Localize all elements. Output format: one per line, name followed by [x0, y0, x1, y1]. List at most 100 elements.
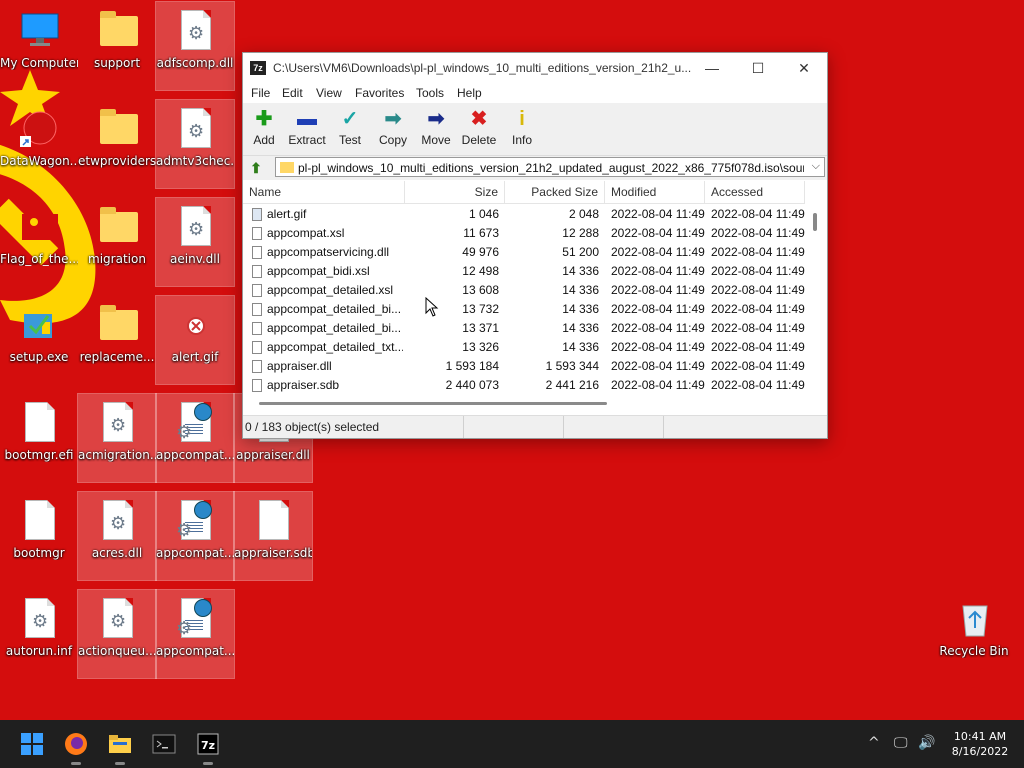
clock-time: 10:41 AM	[953, 730, 1007, 743]
column-size[interactable]: Size	[405, 181, 505, 203]
file-row[interactable]: alert.gif 1 046 2 048 2022-08-04 11:49 2022-…	[243, 205, 805, 224]
info-icon: i	[519, 108, 525, 130]
desktop-icon-folder[interactable]: etwproviders	[78, 100, 156, 188]
desktop-icon-image[interactable]: Flag_of_the...	[0, 198, 78, 286]
cell-accessed: 2022-08-04 11:49	[711, 226, 805, 240]
extract-button[interactable]: ▬ Extract	[285, 107, 329, 151]
file-row[interactable]: appcompatservicing.dll 49 976 51 200 2022-0…	[243, 243, 805, 262]
minus-icon: ▬	[297, 108, 317, 130]
desktop-icon-file[interactable]: bootmgr.efi	[0, 394, 78, 482]
network-icon[interactable]: 🖵	[894, 735, 908, 751]
start-button[interactable]	[16, 728, 48, 760]
info-button[interactable]: i Info	[500, 107, 544, 151]
path-combobox[interactable]: pl-pl_windows_10_multi_editions_version_…	[275, 157, 825, 177]
system-clock[interactable]: 10:41 AM 8/16/2022	[940, 729, 1020, 759]
show-hidden-icons-chevron[interactable]: ^	[868, 735, 880, 751]
7zip-icon-text: 7z	[201, 739, 215, 752]
desktop-icon-image-shortcut[interactable]: DataWagon...	[0, 100, 78, 188]
desktop-icon-label: acmigration...	[78, 448, 156, 462]
firefox-icon	[65, 733, 87, 755]
cell-name: appcompat_detailed_bi...	[267, 321, 402, 335]
menu-file[interactable]: File	[251, 86, 270, 100]
desktop-icon-computer[interactable]: My Computer	[0, 2, 78, 90]
add-button[interactable]: ✚ Add	[242, 107, 286, 151]
dll-icon: ⚙	[98, 402, 138, 446]
desktop-icon-label: appraiser.sdb	[234, 546, 312, 560]
file-row[interactable]: appcompat_detailed_bi... 13 371 14 336 2022…	[243, 319, 805, 338]
delete-x-icon: ✖	[470, 108, 488, 130]
desktop-icon-recycle[interactable]: Recycle Bin	[935, 590, 1013, 678]
column-accessed[interactable]: Accessed	[705, 181, 805, 203]
file-row[interactable]: appcompat_bidi.xsl 12 498 14 336 2022-08-04…	[243, 262, 805, 281]
copy-button[interactable]: ➡ Copy	[371, 107, 415, 151]
desktop-icon-file[interactable]: bootmgr	[0, 492, 78, 580]
horizontal-scrollbar-thumb[interactable]	[259, 402, 607, 405]
toolbar-button-label: Info	[511, 133, 532, 147]
test-button[interactable]: ✓ Test	[328, 107, 372, 151]
desktop-icon-label: Recycle Bin	[939, 644, 1009, 658]
desktop-icon-folder[interactable]: replaceme...	[78, 296, 156, 384]
desktop-icon-file[interactable]: appraiser.sdb	[233, 491, 313, 581]
menu-help[interactable]: Help	[457, 86, 482, 100]
desktop-icon-xsl[interactable]: ⚙ appcompat...	[155, 589, 235, 679]
cell-size: 13 326	[462, 340, 499, 354]
folder-icon	[109, 735, 131, 753]
desktop-icon-dll[interactable]: ⚙ acmigration...	[77, 393, 157, 483]
desktop-icon-label: appraiser.dll	[236, 448, 310, 462]
delete-button[interactable]: ✖ Delete	[457, 107, 501, 151]
maximize-button[interactable]: ☐	[735, 53, 781, 83]
desktop-icon-folder[interactable]: migration	[78, 198, 156, 286]
desktop-icon-dll[interactable]: ⚙ acres.dll	[77, 491, 157, 581]
cell-size: 2 440 073	[445, 378, 499, 392]
menu-tools[interactable]: Tools	[416, 86, 444, 100]
desktop-icon-label: migration	[88, 252, 146, 266]
move-button[interactable]: ➡ Move	[414, 107, 458, 151]
desktop-icon-dll[interactable]: ⚙ admtv3chec...	[155, 99, 235, 189]
close-button[interactable]: ✕	[781, 53, 827, 83]
desktop-icon-dll[interactable]: ⚙ aeinv.dll	[155, 197, 235, 287]
menu-favorites[interactable]: Favorites	[355, 86, 404, 100]
file-row[interactable]: appcompat_detailed_txt... 13 326 14 336 202…	[243, 338, 805, 357]
menu-view[interactable]: View	[316, 86, 342, 100]
desktop-icon-label: alert.gif	[171, 350, 219, 364]
up-folder-icon[interactable]: ⬆	[247, 159, 265, 177]
file-row[interactable]: appraiser.dll 1 593 184 1 593 344 2022-08-0…	[243, 357, 805, 376]
desktop-icon-label: DataWagon...	[0, 154, 78, 168]
taskbar-terminal[interactable]	[148, 728, 180, 760]
desktop-icon-setup[interactable]: setup.exe	[0, 296, 78, 384]
cell-name: appcompat.xsl	[267, 226, 345, 240]
file-row[interactable]: appraiser.sdb 2 440 073 2 441 216 2022-08-0…	[243, 376, 805, 395]
file-row[interactable]: appcompat_detailed.xsl 13 608 14 336 2022-0…	[243, 281, 805, 300]
vertical-scrollbar-thumb[interactable]	[813, 213, 817, 231]
file-row[interactable]: appcompat.xsl 11 673 12 288 2022-08-04 11:4…	[243, 224, 805, 243]
chevron-down-icon[interactable]: ⌵	[812, 160, 820, 173]
taskbar-firefox[interactable]	[60, 728, 92, 765]
desktop-icon-label: etwproviders	[78, 154, 156, 168]
desktop-icon-dll[interactable]: ⚙ adfscomp.dll	[155, 1, 235, 91]
taskbar-file-explorer[interactable]	[104, 728, 136, 765]
taskbar-7zip[interactable]: 7z	[192, 728, 224, 765]
7zip-file-manager-window[interactable]: 7z C:\Users\VM6\Downloads\pl-pl_windows_…	[242, 52, 828, 439]
title-bar[interactable]: 7z C:\Users\VM6\Downloads\pl-pl_windows_…	[243, 53, 827, 83]
desktop-icon-inf[interactable]: ⚙ autorun.inf	[0, 590, 78, 678]
file-row[interactable]: appcompat_detailed_bi... 13 732 14 336 2022…	[243, 300, 805, 319]
menu-edit[interactable]: Edit	[282, 86, 303, 100]
column-name[interactable]: Name	[243, 181, 405, 203]
desktop-icon-gif[interactable]: alert.gif	[155, 295, 235, 385]
cell-accessed: 2022-08-04 11:49	[711, 340, 805, 354]
status-divider	[663, 416, 664, 438]
file-list[interactable]: Name Size Packed Size Modified Accessed aler…	[243, 181, 827, 406]
folder-icon	[98, 206, 138, 250]
cell-name: appcompatservicing.dll	[267, 245, 390, 259]
column-packed-size[interactable]: Packed Size	[505, 181, 605, 203]
desktop-icon-xsl[interactable]: ⚙ appcompat...	[155, 393, 235, 483]
desktop-icon-dll[interactable]: ⚙ actionqueu...	[77, 589, 157, 679]
column-modified[interactable]: Modified	[605, 181, 705, 203]
cell-size: 11 673	[463, 226, 499, 240]
volume-icon[interactable]: 🔊	[918, 735, 935, 751]
desktop-icon-xsl[interactable]: ⚙ appcompat...	[155, 491, 235, 581]
minimize-button[interactable]: —	[689, 53, 735, 83]
desktop-icon-folder[interactable]: support	[78, 2, 156, 90]
dll-icon: ⚙	[176, 108, 216, 152]
cell-modified: 2022-08-04 11:49	[611, 378, 705, 392]
